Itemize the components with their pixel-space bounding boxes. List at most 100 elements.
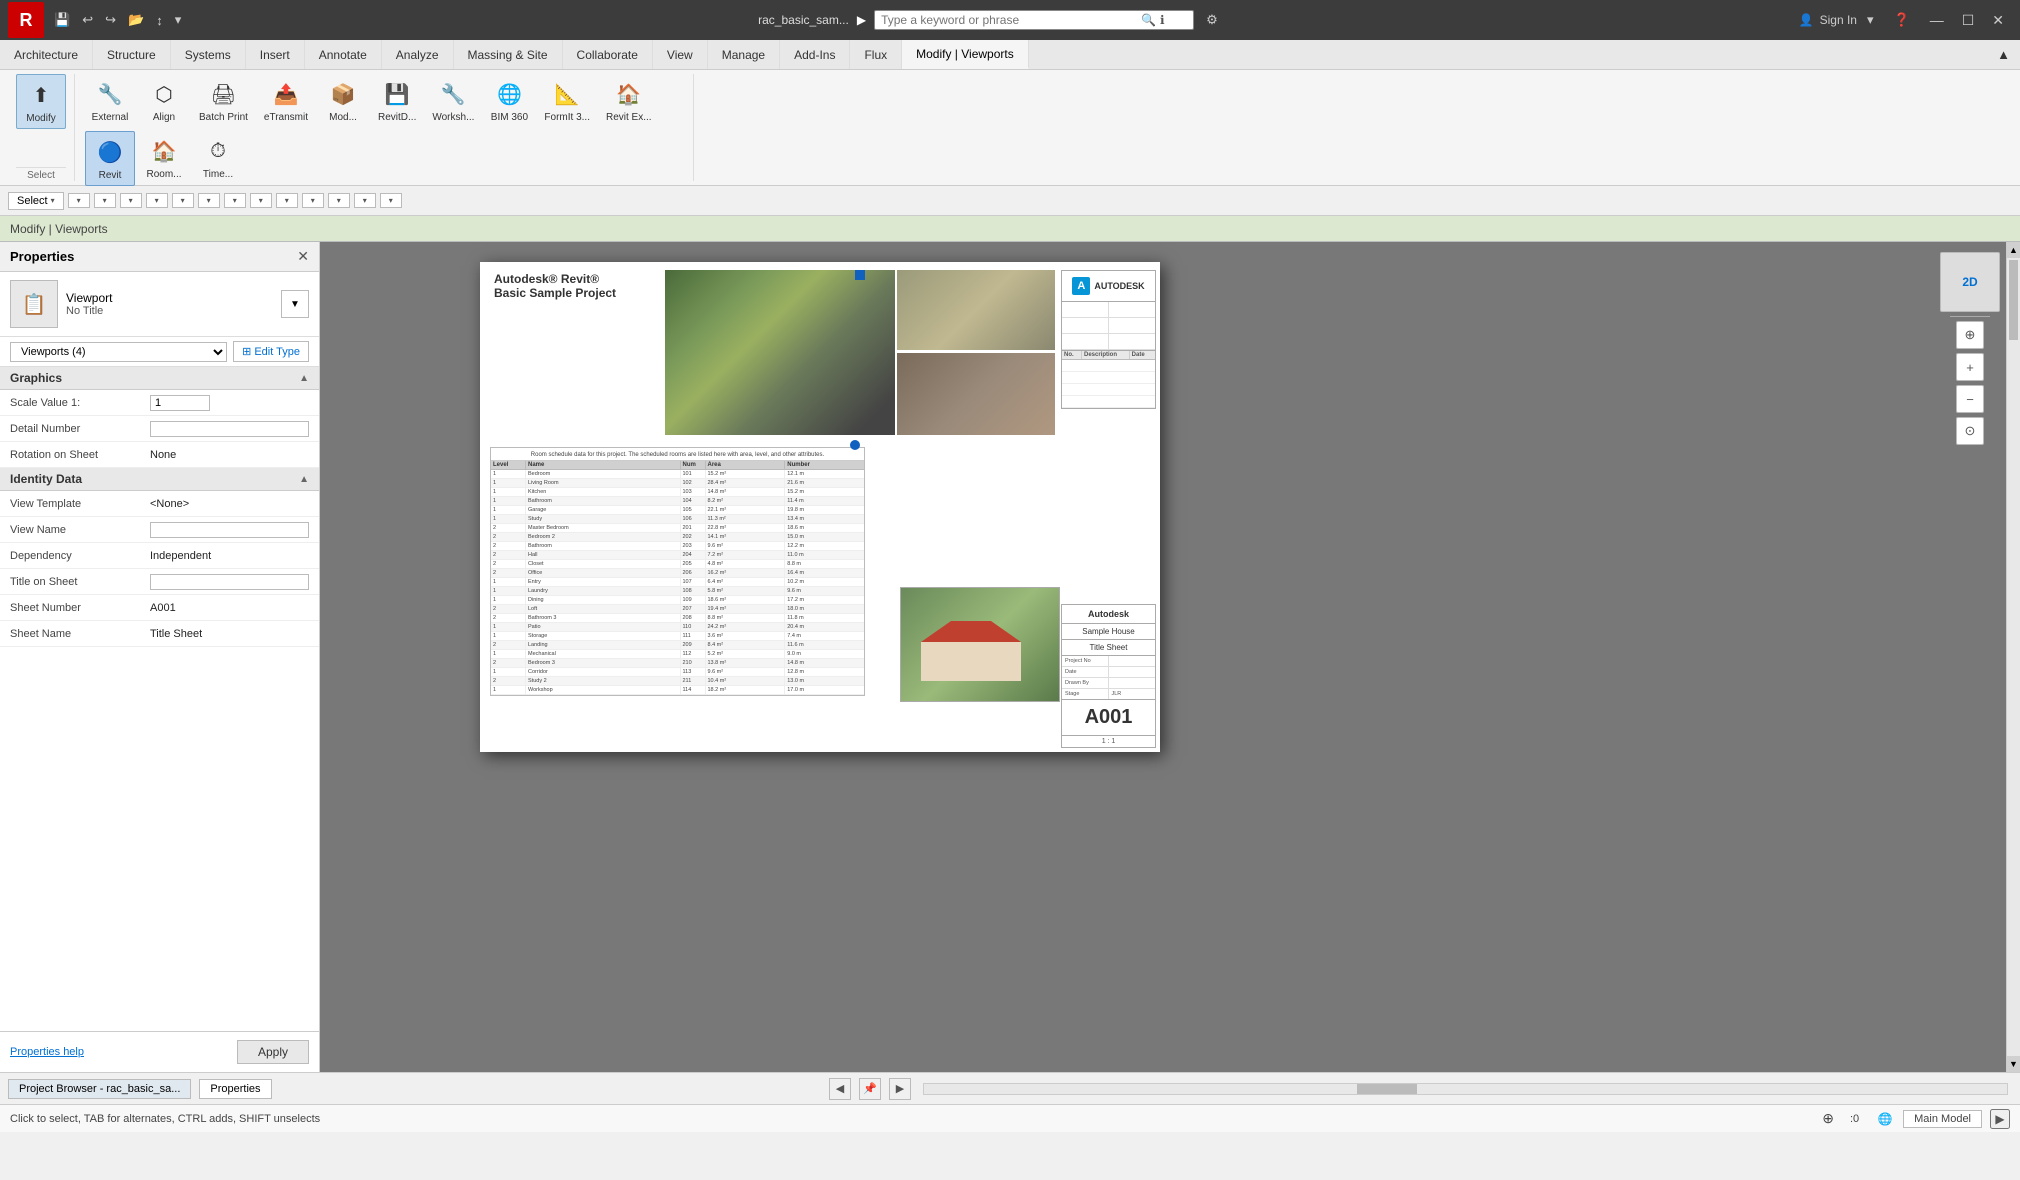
- tab-massing[interactable]: Massing & Site: [454, 40, 563, 69]
- help-button[interactable]: ❓: [1890, 10, 1914, 30]
- apply-button[interactable]: Apply: [237, 1040, 309, 1064]
- customize-qa-button[interactable]: ▾: [171, 10, 186, 30]
- globe-icon[interactable]: 🌐: [1875, 1109, 1895, 1129]
- viewports-dropdown[interactable]: Viewports (4): [10, 342, 227, 362]
- select-dropdown-9[interactable]: ▾: [276, 193, 298, 208]
- tab-addins[interactable]: Add-Ins: [780, 40, 850, 69]
- mode-bar: Modify | Viewports: [0, 216, 2020, 242]
- search-icon[interactable]: 🔍: [1141, 13, 1156, 27]
- close-button[interactable]: ✕: [1984, 10, 2012, 31]
- rooms-button[interactable]: 🏠 Room...: [139, 131, 189, 184]
- btb-checked-label: Stage: [1062, 689, 1109, 699]
- identity-data-section-header: Identity Data ▲: [0, 468, 319, 491]
- scroll-up-button[interactable]: ▲: [2007, 242, 2020, 258]
- zoom-out-button[interactable]: −: [1956, 385, 1984, 413]
- redo-button[interactable]: ↪: [101, 10, 120, 30]
- scroll-thumb[interactable]: [2009, 260, 2018, 340]
- type-dropdown-button[interactable]: ▼: [281, 290, 309, 318]
- steering-wheels-button[interactable]: ⊙: [1956, 417, 1984, 445]
- canvas-area[interactable]: Autodesk® Revit® Basic Sample Project Ro…: [320, 242, 2020, 1072]
- worksharing-button[interactable]: 🔧 Worksh...: [426, 74, 480, 127]
- batch-print-button[interactable]: 🖨 Batch Print: [193, 74, 254, 127]
- properties-close-button[interactable]: ✕: [297, 248, 309, 265]
- sign-in-dropdown[interactable]: ▾: [1863, 10, 1878, 30]
- maximize-button[interactable]: ☐: [1954, 10, 1983, 31]
- select-dropdown-8[interactable]: ▾: [250, 193, 272, 208]
- project-browser-tab[interactable]: Project Browser - rac_basic_sa...: [8, 1079, 191, 1099]
- align-button[interactable]: ⬡ Align: [139, 74, 189, 127]
- ribbon-collapse-button[interactable]: ▲: [1987, 40, 2020, 69]
- search-settings-button[interactable]: ⚙: [1202, 10, 1222, 30]
- scroll-down-button[interactable]: ▼: [2007, 1056, 2020, 1072]
- expand-button[interactable]: ▶: [1990, 1109, 2010, 1129]
- view-cube: 2D: [1940, 252, 2000, 312]
- schedule-cols: Level Name Num Area Number: [491, 461, 864, 470]
- select-dropdown-2[interactable]: ▾: [94, 193, 116, 208]
- tab-collaborate[interactable]: Collaborate: [563, 40, 653, 69]
- mod-button[interactable]: 📦 Mod...: [318, 74, 368, 127]
- tab-analyze[interactable]: Analyze: [382, 40, 454, 69]
- search-input[interactable]: [881, 13, 1141, 27]
- sync-button[interactable]: ↕: [152, 11, 167, 30]
- title-on-sheet-input[interactable]: [150, 574, 309, 590]
- select-dropdown-13[interactable]: ▾: [380, 193, 402, 208]
- undo-button[interactable]: ↩: [78, 10, 97, 30]
- select-dropdown-6[interactable]: ▾: [198, 193, 220, 208]
- revit-main-button[interactable]: 🔵 Revit: [85, 131, 135, 186]
- select-dropdown-1[interactable]: ▾: [68, 193, 90, 208]
- tab-structure[interactable]: Structure: [93, 40, 171, 69]
- open-button[interactable]: 📂: [124, 10, 148, 30]
- time-button[interactable]: ⏱ Time...: [193, 131, 243, 184]
- zoom-extents-button[interactable]: ⊕: [1956, 321, 1984, 349]
- select-dropdown-11[interactable]: ▾: [328, 193, 350, 208]
- select-dropdown-3[interactable]: ▾: [120, 193, 142, 208]
- tab-flux[interactable]: Flux: [850, 40, 902, 69]
- model-name-badge: Main Model: [1903, 1110, 1982, 1128]
- select-dropdown-12[interactable]: ▾: [354, 193, 376, 208]
- detail-number-input[interactable]: [150, 421, 309, 437]
- properties-help-link[interactable]: Properties help: [10, 1046, 84, 1058]
- info-icon[interactable]: ℹ: [1160, 13, 1165, 27]
- select-dropdown-4[interactable]: ▾: [146, 193, 168, 208]
- tab-architecture[interactable]: Architecture: [0, 40, 93, 69]
- identity-collapse-arrow[interactable]: ▲: [299, 474, 309, 485]
- select-dropdown-10[interactable]: ▾: [302, 193, 324, 208]
- select-dropdown-7[interactable]: ▾: [224, 193, 246, 208]
- tab-modify-viewports[interactable]: Modify | Viewports: [902, 40, 1029, 69]
- tab-annotate[interactable]: Annotate: [305, 40, 382, 69]
- tab-view[interactable]: View: [653, 40, 708, 69]
- properties-tab-button[interactable]: Properties: [199, 1079, 271, 1099]
- zoom-in-button[interactable]: +: [1956, 353, 1984, 381]
- modify-tool-button[interactable]: ⬆ Modify: [16, 74, 66, 129]
- nav-back-button[interactable]: ◀: [829, 1078, 851, 1100]
- rev-row-3: [1062, 384, 1155, 396]
- btb-drawn-val: [1109, 678, 1156, 689]
- external-button[interactable]: 🔧 External: [85, 74, 135, 127]
- sign-in-label[interactable]: Sign In: [1820, 13, 1857, 27]
- sheet-paper: Autodesk® Revit® Basic Sample Project Ro…: [480, 262, 1160, 752]
- photo-rendering-2: [897, 353, 1055, 435]
- tab-manage[interactable]: Manage: [708, 40, 780, 69]
- external-label: External: [92, 112, 129, 123]
- select-button[interactable]: Select ▾: [8, 192, 64, 210]
- formit-button[interactable]: 📐 FormIt 3...: [538, 74, 596, 127]
- sheet-number-label: Sheet Number: [10, 602, 150, 614]
- revit-extensions-button[interactable]: 🏠 Revit Ex...: [600, 74, 658, 127]
- edit-type-button[interactable]: ⊞ Edit Type: [233, 341, 309, 362]
- sheet-title-line1: Autodesk® Revit®: [494, 272, 616, 286]
- etransmit-button[interactable]: 📤 eTransmit: [258, 74, 314, 127]
- save-button[interactable]: 💾: [50, 10, 74, 30]
- h-scroll-thumb[interactable]: [1357, 1084, 1417, 1094]
- tab-systems[interactable]: Systems: [171, 40, 246, 69]
- nav-forward-button[interactable]: ▶: [889, 1078, 911, 1100]
- graphics-collapse-arrow[interactable]: ▲: [299, 373, 309, 384]
- nav-pin-button[interactable]: 📌: [859, 1078, 881, 1100]
- bim360-button[interactable]: 🌐 BIM 360: [484, 74, 534, 127]
- view-name-input[interactable]: [150, 522, 309, 538]
- select-dropdown-5[interactable]: ▾: [172, 193, 194, 208]
- minimize-button[interactable]: —: [1922, 10, 1952, 31]
- ribbon-tools-buttons: 🔧 External ⬡ Align 🖨 Batch Print 📤 eTran…: [85, 74, 685, 186]
- tab-insert[interactable]: Insert: [246, 40, 305, 69]
- revitdb-button[interactable]: 💾 RevitD...: [372, 74, 422, 127]
- scale-value-input[interactable]: [150, 395, 210, 411]
